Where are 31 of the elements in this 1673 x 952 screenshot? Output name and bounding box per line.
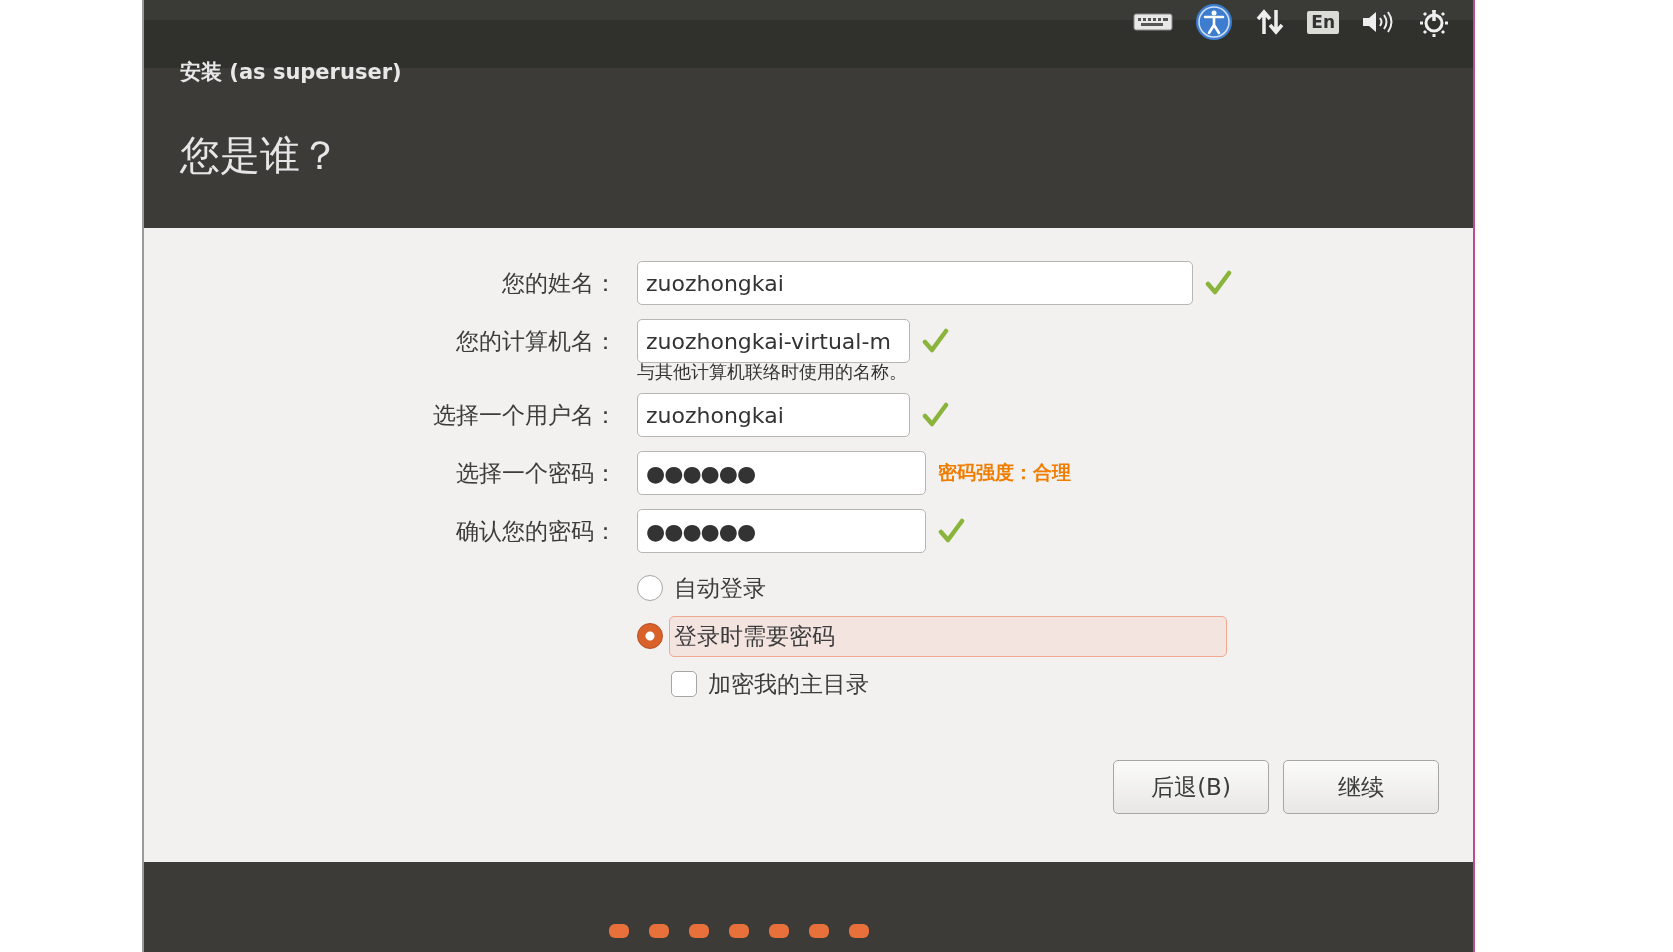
radio-label[interactable]: 登录时需要密码	[669, 615, 1227, 657]
field-label: 选择一个用户名：	[432, 400, 618, 430]
back-button[interactable]: 后退(B)	[1113, 760, 1269, 814]
check-icon	[922, 328, 950, 354]
input-field[interactable]: zuozhongkai	[637, 393, 910, 437]
accessibility-icon[interactable]	[1195, 3, 1234, 41]
input-field[interactable]: zuozhongkai-virtual-m	[637, 319, 910, 363]
password-field[interactable]: ●●●●●●	[637, 509, 926, 553]
checkbox-label[interactable]: 加密我的主目录	[703, 663, 874, 705]
password-strength: 密码强度：合理	[938, 460, 1071, 485]
field-label: 选择一个密码：	[455, 458, 618, 488]
radio-button[interactable]	[637, 575, 663, 601]
field-hint: 与其他计算机联络时使用的名称。	[637, 361, 907, 382]
checkbox[interactable]	[671, 671, 697, 697]
check-icon	[1205, 270, 1233, 296]
keyboard-icon[interactable]	[1133, 12, 1174, 32]
up-down-arrows-icon[interactable]	[1255, 7, 1286, 37]
field-label: 您的姓名：	[501, 268, 618, 298]
input-field[interactable]: zuozhongkai	[637, 261, 1193, 305]
continue-button[interactable]: 继续	[1283, 760, 1439, 814]
password-field[interactable]: ●●●●●●	[637, 451, 926, 495]
field-label: 确认您的密码：	[455, 516, 618, 546]
field-label: 您的计算机名：	[455, 326, 618, 356]
radio-label[interactable]: 自动登录	[669, 567, 771, 609]
language-indicator[interactable]: En	[1307, 10, 1339, 34]
check-icon	[922, 402, 950, 428]
window-title: 安装 (as superuser)	[180, 59, 403, 86]
page-heading: 您是谁？	[180, 131, 341, 180]
gear-icon[interactable]	[1419, 7, 1449, 37]
radio-button[interactable]	[637, 623, 663, 649]
check-icon	[938, 518, 966, 544]
